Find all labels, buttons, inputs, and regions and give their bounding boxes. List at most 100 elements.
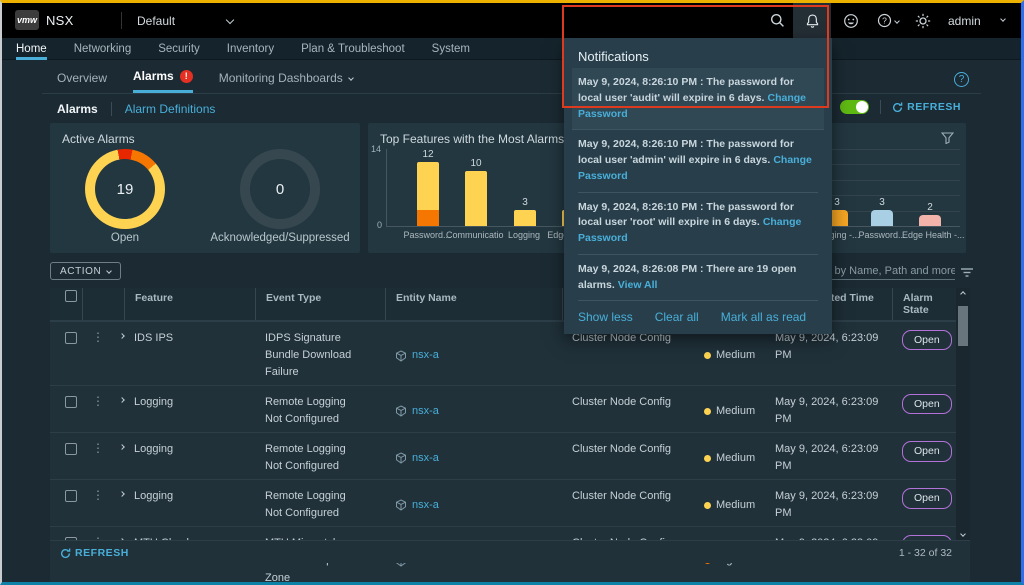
subnav-alarm-definitions[interactable]: Alarm Definitions xyxy=(125,102,216,116)
alarm-state-pill[interactable]: Open xyxy=(902,394,952,414)
pagination-range: 1 - 32 of 32 xyxy=(899,547,952,559)
show-less-button[interactable]: Show less xyxy=(578,310,633,324)
bar-value: 12 xyxy=(422,149,433,160)
notifications-button[interactable] xyxy=(793,3,831,38)
chart-toggle[interactable] xyxy=(840,100,869,114)
cell-event-type: Remote Logging Not Configured xyxy=(255,394,365,428)
nav-tab-home[interactable]: Home xyxy=(16,38,47,60)
entity-link[interactable]: nsx-a xyxy=(412,347,439,364)
help-menu-button[interactable]: ? xyxy=(868,3,908,38)
entity-link[interactable]: nsx-a xyxy=(412,497,439,514)
entity-link[interactable]: nsx-a xyxy=(412,450,439,467)
severity-dot xyxy=(704,352,711,359)
tab-monitoring-dashboards[interactable]: Monitoring Dashboards xyxy=(219,71,353,92)
donut-value: 19 xyxy=(95,159,155,219)
notification-text: May 9, 2024, 8:26:10 PM : The password f… xyxy=(578,201,794,229)
nav-tab-plan-troubleshoot[interactable]: Plan & Troubleshoot xyxy=(301,38,405,60)
cell-entity-type: Cluster Node Config xyxy=(562,330,694,381)
table-row[interactable]: ⋮ Logging Remote Logging Not Configured … xyxy=(50,479,956,526)
product-name: NSX xyxy=(46,13,74,28)
notification-text: May 9, 2024, 8:26:10 PM : The password f… xyxy=(578,76,794,104)
bar-password[interactable] xyxy=(417,162,439,226)
nav-tab-security[interactable]: Security xyxy=(158,38,200,60)
smiley-icon xyxy=(843,13,859,29)
card-title: Top Features with the Most Alarms xyxy=(380,132,564,146)
tab-overview[interactable]: Overview xyxy=(57,71,107,92)
donut-label: Acknowledged/Suppressed xyxy=(190,232,370,244)
bar-password-2[interactable] xyxy=(871,210,893,227)
header-feature[interactable]: Feature xyxy=(124,288,255,320)
alarm-state-pill[interactable]: Open xyxy=(902,441,952,461)
cell-severity: Medium xyxy=(716,347,755,364)
refresh-icon xyxy=(60,548,71,559)
mark-all-read-button[interactable]: Mark all as read xyxy=(721,310,806,324)
table-scrollbar[interactable] xyxy=(956,288,970,540)
entity-cube-icon xyxy=(395,405,407,417)
cell-event-type: Remote Logging Not Configured xyxy=(255,441,365,475)
row-checkbox[interactable] xyxy=(65,396,77,408)
nav-tab-system[interactable]: System xyxy=(432,38,470,60)
feedback-button[interactable] xyxy=(835,3,867,38)
refresh-button[interactable]: REFRESH xyxy=(892,101,961,113)
header-alarm-state[interactable]: Alarm State xyxy=(892,288,956,320)
main-nav: Home Networking Security Inventory Plan … xyxy=(2,38,1021,60)
table-row[interactable]: ⋮ Logging Remote Logging Not Configured … xyxy=(50,432,956,479)
kebab-menu-icon[interactable]: ⋮ xyxy=(92,488,104,522)
open-alarms-donut[interactable]: 19 xyxy=(85,149,165,229)
notification-text: May 9, 2024, 8:26:10 PM : The password f… xyxy=(578,138,794,166)
chevron-down-icon[interactable] xyxy=(1000,16,1006,22)
tab-alarms[interactable]: Alarms ! xyxy=(133,69,193,93)
org-selector[interactable]: Default xyxy=(137,14,175,28)
nav-tab-inventory[interactable]: Inventory xyxy=(227,38,274,60)
header-entity-name[interactable]: Entity Name xyxy=(385,288,562,320)
row-checkbox[interactable] xyxy=(65,332,77,344)
severity-dot xyxy=(704,455,711,462)
page-help-icon[interactable]: ? xyxy=(954,72,969,87)
bar-logging[interactable] xyxy=(514,210,536,227)
cell-event-type: IDPS Signature Bundle Download Failure xyxy=(255,330,365,381)
acknowledged-donut[interactable]: 0 xyxy=(240,149,320,229)
cell-time: May 9, 2024, 6:23:09 PM xyxy=(765,488,892,522)
select-all-checkbox[interactable] xyxy=(65,290,77,302)
scrollbar-thumb[interactable] xyxy=(958,306,968,346)
filter-menu-button[interactable] xyxy=(960,265,974,283)
bar-communication[interactable] xyxy=(465,171,487,226)
donut-value: 0 xyxy=(250,159,310,219)
clear-all-button[interactable]: Clear all xyxy=(655,310,699,324)
nsx-window: vmw NSX Default ? admin Home Networking … xyxy=(0,0,1024,585)
nav-tab-networking[interactable]: Networking xyxy=(74,38,132,60)
action-menu-button[interactable]: ACTION xyxy=(50,262,121,280)
cell-feature: Logging xyxy=(124,394,255,428)
table-row[interactable]: ⋮ Logging Remote Logging Not Configured … xyxy=(50,385,956,432)
entity-link[interactable]: nsx-a xyxy=(412,403,439,420)
filter-lines-icon xyxy=(960,267,974,278)
kebab-menu-icon[interactable]: ⋮ xyxy=(92,441,104,475)
scroll-down-icon[interactable] xyxy=(960,531,966,537)
kebab-menu-icon[interactable]: ⋮ xyxy=(92,394,104,428)
svg-text:?: ? xyxy=(882,15,887,25)
table-refresh-button[interactable]: REFRESH xyxy=(60,547,129,559)
notification-text: May 9, 2024, 8:26:08 PM : There are 19 o… xyxy=(578,263,796,291)
bar-value: 3 xyxy=(834,197,840,208)
chevron-down-icon[interactable] xyxy=(226,16,234,24)
divider xyxy=(880,100,881,114)
kebab-menu-icon[interactable]: ⋮ xyxy=(92,330,104,381)
filter-button[interactable] xyxy=(941,131,954,149)
alarm-state-pill[interactable]: Open xyxy=(902,488,952,508)
row-checkbox[interactable] xyxy=(65,443,77,455)
header-event-type[interactable]: Event Type xyxy=(255,288,385,320)
y-tick: 14 xyxy=(371,144,381,154)
scroll-up-icon[interactable] xyxy=(960,291,966,297)
cell-time: May 9, 2024, 6:23:09 PM xyxy=(765,441,892,475)
subnav-alarms[interactable]: Alarms xyxy=(57,102,98,116)
search-button[interactable] xyxy=(761,3,793,38)
theme-button[interactable] xyxy=(907,3,939,38)
entity-cube-icon xyxy=(395,499,407,511)
user-menu[interactable]: admin xyxy=(948,14,981,28)
refresh-icon xyxy=(892,102,903,113)
alarm-state-pill[interactable]: Open xyxy=(902,330,952,350)
notifications-dropdown: Notifications May 9, 2024, 8:26:10 PM : … xyxy=(564,38,832,334)
view-all-link[interactable]: View All xyxy=(618,279,658,291)
row-checkbox[interactable] xyxy=(65,490,77,502)
bar-edge-health[interactable] xyxy=(919,215,941,226)
